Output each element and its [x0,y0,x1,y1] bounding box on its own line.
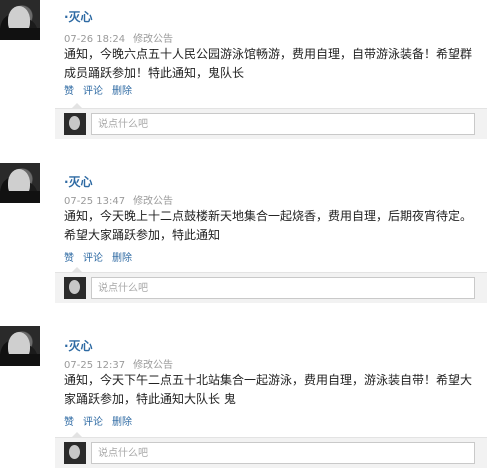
post-time: 07-25 13:47 [64,196,126,207]
delete-link[interactable]: 删除 [112,86,132,97]
author-name[interactable]: ·灭心 [64,173,93,190]
post-actions: 赞评论 删除 [64,82,141,97]
comment-box [55,267,487,303]
post-actions: 赞评论 删除 [64,413,141,428]
delete-link[interactable]: 删除 [112,417,132,428]
comment-box [55,103,487,139]
comment-input[interactable] [91,277,475,299]
post-time: 07-25 12:37 [64,360,126,371]
post-meta: 07-26 18:24 修改公告 [64,30,173,45]
author-name[interactable]: ·灭心 [64,337,93,354]
like-link[interactable]: 赞 [64,417,74,428]
like-link[interactable]: 赞 [64,86,74,97]
edit-announcement-link[interactable]: 修改公告 [133,196,173,207]
comment-input[interactable] [91,442,475,464]
comment-link[interactable]: 评论 [83,253,103,264]
author-name[interactable]: ·灭心 [64,8,93,25]
post-meta: 07-25 12:37 修改公告 [64,356,173,371]
comment-input[interactable] [91,113,475,135]
avatar[interactable] [0,0,40,40]
post-time: 07-26 18:24 [64,34,126,45]
post-content: 通知，今天下午二点五十北站集合一起游泳，费用自理，游泳装自带！希望大家踊跃参加，… [64,373,473,406]
post-content: 通知，今天晚上十二点鼓楼新天地集合一起烧香，费用自理，后期夜宵待定。希望大家踊跃… [64,209,473,242]
commenter-avatar [64,113,86,135]
edit-announcement-link[interactable]: 修改公告 [133,360,173,371]
edit-announcement-link[interactable]: 修改公告 [133,34,173,45]
post-content: 通知，今晚六点五十人民公园游泳馆畅游，费用自理，自带游泳装备！希望群成员踊跃参加… [64,47,473,80]
announcement-feed: ·灭心 07-26 18:24 修改公告 通知，今晚六点五十人民公园游泳馆畅游，费… [0,0,487,470]
post-meta: 07-25 13:47 修改公告 [64,192,173,207]
commenter-avatar [64,277,86,299]
avatar[interactable] [0,326,40,366]
comment-box [55,432,487,468]
post-actions: 赞评论 删除 [64,249,141,264]
comment-link[interactable]: 评论 [83,86,103,97]
comment-link[interactable]: 评论 [83,417,103,428]
commenter-avatar [64,442,86,464]
like-link[interactable]: 赞 [64,253,74,264]
avatar[interactable] [0,163,40,203]
delete-link[interactable]: 删除 [112,253,132,264]
